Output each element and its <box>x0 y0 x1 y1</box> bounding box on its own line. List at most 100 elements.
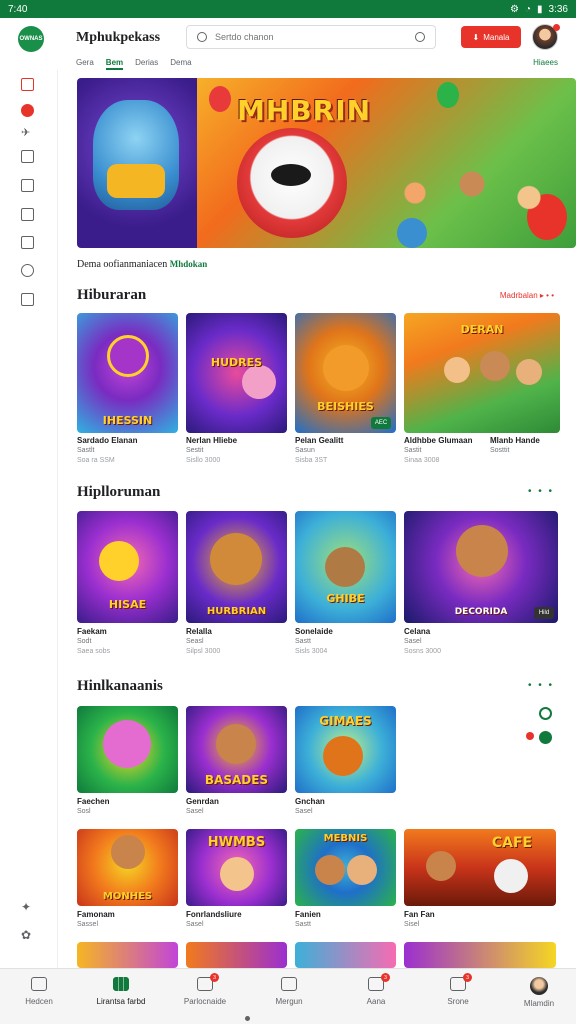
thumbnail-text: BASADES <box>204 773 269 787</box>
thumbnail-text: HUDRES <box>210 356 263 369</box>
card-subtitle: Sasel <box>186 921 204 928</box>
subtab-1[interactable]: Bem <box>105 58 124 70</box>
card-meta: Sosns 3000 <box>404 648 441 655</box>
nav-item-games[interactable]: Lirantsa farbd <box>86 977 156 1006</box>
app-title: Mphukpekass <box>76 30 161 45</box>
download-icon: ⬇ <box>472 32 480 42</box>
game-thumbnail: MEBNIS <box>295 829 396 906</box>
sparkle-icon[interactable]: ✦ <box>21 900 34 914</box>
search-input[interactable] <box>215 32 415 42</box>
character-art <box>516 359 542 385</box>
hero-mascot-main <box>237 128 347 238</box>
home-icon[interactable] <box>21 78 34 91</box>
card-title: Sonelaide <box>295 627 333 636</box>
card-subtitle: Sastt <box>295 638 311 645</box>
grid-icon[interactable] <box>21 293 34 306</box>
bookmark-icon[interactable] <box>21 179 34 192</box>
subtabs-right-link[interactable]: Hiaees <box>533 58 558 67</box>
subtab-3[interactable]: Dema <box>170 58 191 70</box>
search-submit-icon[interactable] <box>415 32 425 42</box>
game-thumbnail-partial[interactable] <box>404 942 556 968</box>
balloon-decor <box>209 86 231 112</box>
add-icon[interactable] <box>539 731 552 744</box>
card-subtitle: Sastlt <box>77 447 95 454</box>
subtab-2[interactable]: Derias <box>135 58 158 70</box>
game-thumbnail-partial[interactable] <box>77 942 178 968</box>
section-intro: Dema oofianmaniacen Mhdokan <box>77 259 207 270</box>
section-title: Hiplloruman <box>77 484 161 500</box>
character-art <box>111 835 145 869</box>
nav-badge: 3 <box>210 973 219 982</box>
card-badge: Hild <box>534 607 554 619</box>
clock-icon[interactable] <box>21 264 34 277</box>
flower-icon[interactable]: ✿ <box>21 928 34 942</box>
cta-label: Manala <box>483 32 510 42</box>
game-thumbnail: DECORIDA <box>404 511 558 623</box>
nav-item-store[interactable]: Mergun <box>254 977 324 1006</box>
section-intro-link[interactable]: Mhdokan <box>170 259 208 269</box>
card-subtitle: Sasel <box>295 808 313 815</box>
app-logo[interactable]: OWNAS <box>18 26 44 52</box>
character-art <box>426 851 456 881</box>
thumbnail-text: CAFE <box>491 835 533 851</box>
grid-icon <box>113 977 129 991</box>
nav-item-home[interactable]: Hedcen <box>4 977 74 1006</box>
cta-button[interactable]: ⬇ Manala <box>461 26 521 48</box>
fire-icon[interactable] <box>21 104 34 117</box>
hero-kids-illustration <box>377 148 567 238</box>
more-dots-icon[interactable]: • • • <box>528 486 554 497</box>
nav-item-downloads[interactable]: 3 Srone <box>423 973 493 1006</box>
home-icon <box>31 977 47 991</box>
list-icon[interactable] <box>21 236 34 249</box>
card-meta: Saea sobs <box>77 648 111 655</box>
status-time: 7:40 <box>8 3 28 15</box>
character-art <box>347 855 377 885</box>
thumbnail-text: HURBRIAN <box>206 606 267 617</box>
card-subtitle: Sosttit <box>490 447 510 454</box>
character-art <box>220 857 254 891</box>
refresh-icon[interactable] <box>539 707 552 720</box>
card-meta: Soa ra SSM <box>77 457 115 464</box>
wifi-icon: ◔ <box>524 3 532 15</box>
nav-label: Mlamdin <box>523 999 555 1008</box>
hero-banner[interactable]: MHBRIN <box>77 78 576 248</box>
card-title: Celana <box>404 627 431 636</box>
nav-item-library[interactable]: 3 Aana <box>341 973 411 1006</box>
character-art <box>99 541 139 581</box>
card-title: Pelan Gealitt <box>295 436 344 445</box>
card-meta: Sisls 3004 <box>295 648 328 655</box>
nav-badge: 3 <box>463 973 472 982</box>
nav-item-apps[interactable]: 3 Parlocnaide <box>170 973 240 1006</box>
character-art <box>216 724 256 764</box>
character-art <box>315 855 345 885</box>
game-thumbnail: IHESSIN <box>77 313 178 433</box>
nav-label: Srone <box>447 997 469 1006</box>
card-title: Gnchan <box>295 797 325 806</box>
character-art <box>444 357 470 383</box>
card-title: Fanien <box>295 910 321 919</box>
hero-title: MHBRIN <box>237 94 372 127</box>
game-thumbnail-partial[interactable] <box>295 942 396 968</box>
game-thumbnail-partial[interactable] <box>186 942 287 968</box>
game-thumbnail: DERAN <box>404 313 560 433</box>
rocket-icon[interactable]: ✈ <box>21 126 34 139</box>
nav-item-profile[interactable]: Mlamdin <box>504 977 574 1008</box>
card-title: Fonrlandsliure <box>186 910 242 919</box>
home-indicator <box>245 1016 250 1021</box>
card-subtitle: Sisel <box>404 921 420 928</box>
store-icon <box>281 977 297 991</box>
nav-label: Parlocnaide <box>183 997 227 1006</box>
character-art <box>242 365 276 399</box>
thumbnail-text: HISAE <box>108 598 147 611</box>
sub-tabs: Gera Bem Derias Dema <box>76 58 192 70</box>
search-bar[interactable] <box>186 25 436 49</box>
image-icon[interactable] <box>21 208 34 221</box>
game-thumbnail: GHIBE <box>295 511 396 623</box>
character-art <box>325 547 365 587</box>
thumbnail-text: GIMAES <box>319 714 372 728</box>
game-thumbnail: HWMBS <box>186 829 287 906</box>
gamepad-icon[interactable] <box>21 150 34 163</box>
more-dots-icon[interactable]: • • • <box>528 680 554 691</box>
subtab-0[interactable]: Gera <box>76 58 94 70</box>
section-more-link[interactable]: Madrbalan ▸ • • <box>500 291 554 300</box>
